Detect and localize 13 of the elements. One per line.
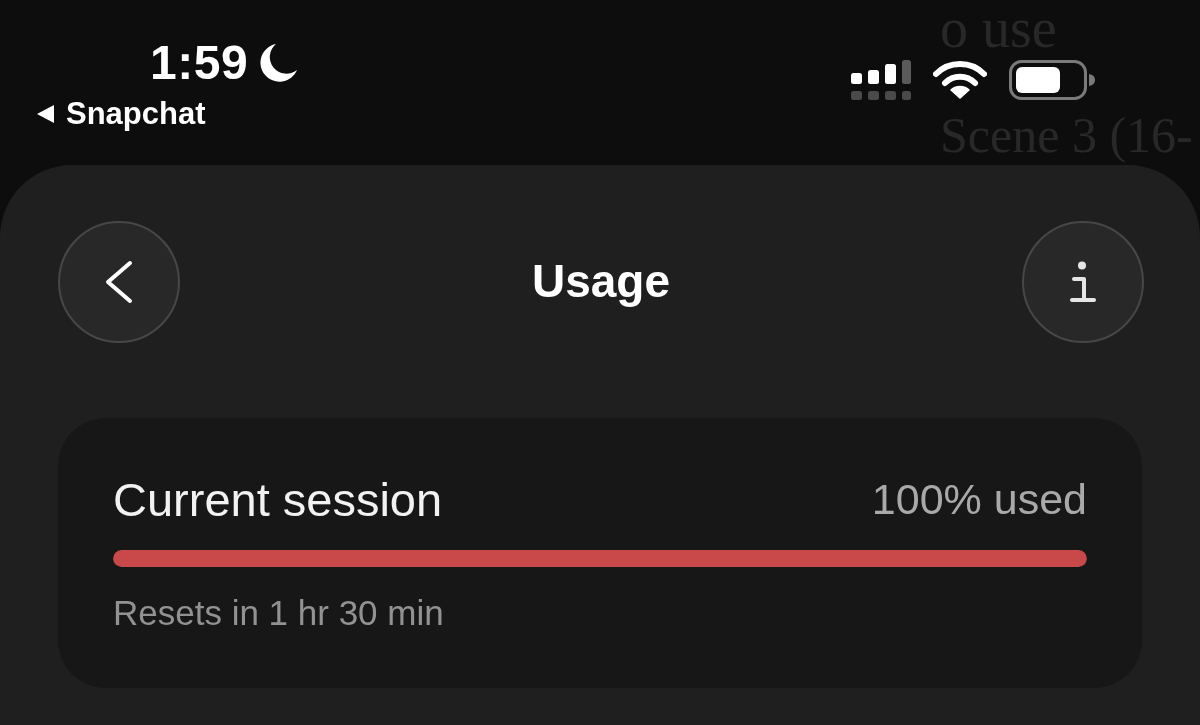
- chevron-left-icon: [105, 260, 133, 304]
- wifi-icon: [933, 61, 987, 99]
- moon-icon: [260, 43, 299, 83]
- status-time: 1:59: [150, 39, 249, 87]
- back-to-app-link[interactable]: Snapchat: [37, 97, 206, 132]
- triangle-left-icon: [37, 105, 54, 124]
- usage-reading: 100% used: [871, 474, 1087, 526]
- info-icon: [1070, 261, 1096, 303]
- signal-icon: [851, 60, 911, 100]
- battery-icon: [1009, 60, 1095, 100]
- sheet-title: Usage: [531, 254, 671, 310]
- usage-reset-note: Resets in 1 hr 30 min: [113, 592, 445, 635]
- usage-label: Current session: [113, 472, 443, 528]
